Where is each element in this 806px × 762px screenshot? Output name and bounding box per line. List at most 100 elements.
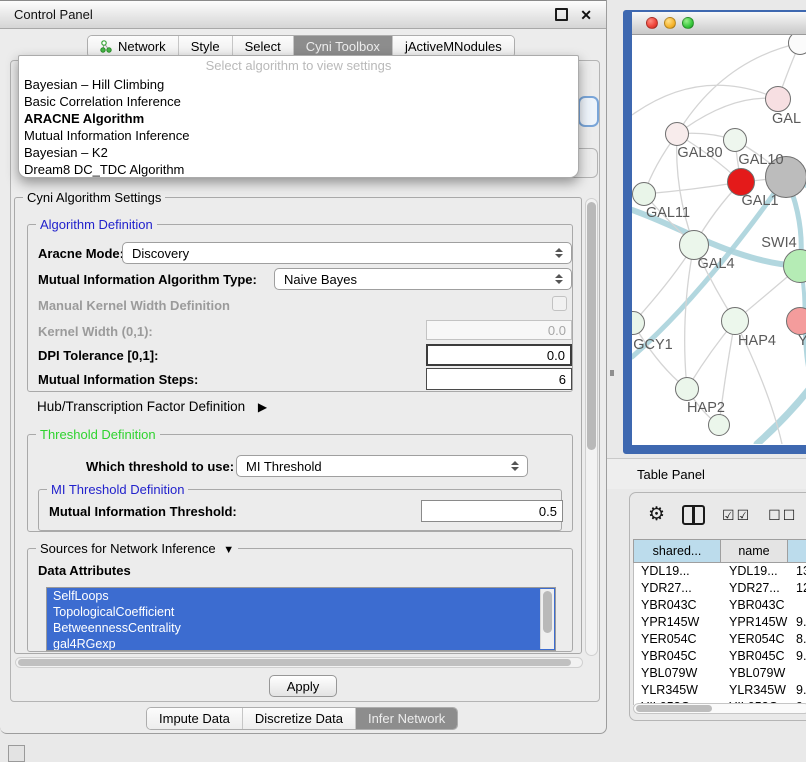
cell	[789, 597, 806, 614]
threshold-definition-group: Threshold Definition Which threshold to …	[27, 434, 573, 532]
deselect-all-columns-icon[interactable]: ☐☐	[768, 507, 797, 524]
cell: YBL079W	[634, 665, 722, 682]
aracne-mode-combobox[interactable]: Discovery	[122, 242, 572, 264]
network-node[interactable]	[708, 414, 730, 436]
screen: { "control_panel": { "title": "Control P…	[0, 0, 806, 762]
combo-arrows-icon	[555, 274, 563, 284]
table-settings-gear-icon[interactable]: ⚙	[648, 505, 665, 525]
scrollbar-thumb[interactable]	[636, 705, 712, 712]
close-panel-icon[interactable]: ✕	[580, 8, 592, 22]
kernel-width-field[interactable]	[426, 320, 572, 340]
network-node-y-truncated[interactable]	[786, 307, 806, 335]
panel-splitter-grip[interactable]	[610, 370, 614, 376]
algorithm-option[interactable]: Bayesian – Hill Climbing	[19, 76, 578, 93]
which-threshold-combobox[interactable]: MI Threshold	[236, 455, 528, 477]
sources-title-text: Sources for Network Inference	[40, 541, 216, 556]
node-label-gal11: GAL11	[637, 205, 699, 221]
tab-infer-network[interactable]: Infer Network	[355, 708, 457, 729]
column-header-name[interactable]: name	[721, 539, 788, 563]
network-node-gal-truncated[interactable]	[765, 86, 791, 112]
cell: 13	[789, 563, 806, 580]
table-row[interactable]: YBR045C YBR045C 9.	[634, 648, 806, 665]
network-canvas[interactable]: GAL GAL80 GAL10 GAL1 GAL11 SWI4 GAL4 GCY…	[632, 35, 806, 444]
data-attributes-list[interactable]: SelfLoops TopologicalCoefficient Between…	[46, 587, 556, 651]
table-row[interactable]: YDR27... YDR27... 12	[634, 580, 806, 597]
minimize-window-icon[interactable]	[664, 17, 676, 29]
scrollbar-thumb[interactable]	[587, 202, 596, 450]
scrollbar-thumb[interactable]	[18, 659, 571, 666]
tab-impute-data[interactable]: Impute Data	[147, 708, 242, 729]
algorithm-dropdown-placeholder: Select algorithm to view settings	[19, 56, 578, 76]
tab-discretize-data[interactable]: Discretize Data	[242, 708, 355, 729]
which-threshold-label: Which threshold to use:	[86, 459, 234, 474]
tab-impute-data-label: Impute Data	[159, 711, 230, 726]
manual-kernel-checkbox[interactable]	[552, 296, 567, 311]
network-node-gal1[interactable]	[727, 168, 755, 196]
network-node-hap4[interactable]	[721, 307, 749, 335]
table-row[interactable]: YER054C YER054C 8.	[634, 631, 806, 648]
tab-select[interactable]: Select	[232, 36, 293, 57]
select-all-columns-icon[interactable]: ☑☑	[722, 507, 751, 524]
dpi-tolerance-field[interactable]	[426, 344, 572, 366]
tab-network[interactable]: Network	[88, 36, 178, 57]
table-row[interactable]: YPR145W YPR145W 9.	[634, 614, 806, 631]
table-panel: ⚙ ☑☑ ☐☐ shared... name YDL19... YDL19...…	[629, 492, 806, 721]
column-header-shared-name[interactable]: shared...	[633, 539, 721, 563]
sources-group-title[interactable]: Sources for Network Inference ▼	[36, 541, 238, 556]
attribute-item[interactable]: SelfLoops	[47, 588, 555, 604]
tab-cyni-toolbox[interactable]: Cyni Toolbox	[293, 36, 392, 57]
covered-combobox-fragment	[578, 96, 599, 127]
tab-style[interactable]: Style	[178, 36, 232, 57]
aracne-mode-label: Aracne Mode:	[38, 246, 124, 261]
tab-style-label: Style	[191, 39, 220, 54]
tab-cyni-toolbox-label: Cyni Toolbox	[306, 39, 380, 54]
algorithm-option[interactable]: Dream8 DC_TDC Algorithm	[19, 161, 578, 178]
tab-jactivemnodules-label: jActiveMNodules	[405, 39, 502, 54]
cell: YBR045C	[634, 648, 722, 665]
attribute-list-scrollbar[interactable]	[540, 589, 554, 649]
apply-button[interactable]: Apply	[269, 675, 337, 697]
control-panel-window: Control Panel ✕ Network Style Select	[0, 0, 607, 734]
table-horizontal-scrollbar[interactable]	[633, 703, 806, 714]
algorithm-option[interactable]: Mutual Information Inference	[19, 127, 578, 144]
float-panel-icon[interactable]	[555, 8, 568, 21]
threshold-definition-title: Threshold Definition	[36, 427, 160, 442]
mi-type-combobox[interactable]: Naive Bayes	[274, 268, 572, 290]
algorithm-option[interactable]: Basic Correlation Inference	[19, 93, 578, 110]
node-label-gal4: GAL4	[685, 256, 747, 272]
mi-threshold-definition-group: MI Threshold Definition Mutual Informati…	[38, 489, 562, 531]
cell: YPR145W	[722, 614, 789, 631]
split-columns-icon[interactable]	[682, 505, 705, 525]
algorithm-dropdown-popup: Select algorithm to view settings Bayesi…	[18, 55, 579, 178]
kernel-width-label: Kernel Width (0,1):	[38, 324, 153, 339]
network-window-titlebar	[632, 12, 806, 35]
table-row[interactable]: YBR043C YBR043C	[634, 597, 806, 614]
window-grip[interactable]	[8, 745, 25, 762]
tab-jactivemnodules[interactable]: jActiveMNodules	[392, 36, 514, 57]
zoom-window-icon[interactable]	[682, 17, 694, 29]
attribute-item[interactable]: BetweennessCentrality	[47, 620, 555, 636]
combo-arrows-icon	[555, 248, 563, 258]
attribute-item[interactable]: TopologicalCoefficient	[47, 604, 555, 620]
sources-group: Sources for Network Inference ▼ Data Att…	[27, 548, 573, 652]
close-window-icon[interactable]	[646, 17, 658, 29]
hub-section-toggle[interactable]: Hub/Transcription Factor Definition ▶	[37, 399, 267, 414]
network-node-gal80[interactable]	[665, 122, 689, 146]
algorithm-option[interactable]: Bayesian – K2	[19, 144, 578, 161]
column-header-truncated[interactable]	[788, 539, 806, 563]
table-body[interactable]: YDL19... YDL19... 13 YDR27... YDR27... 1…	[633, 563, 806, 705]
network-node-hap2[interactable]	[675, 377, 699, 401]
network-node-gal11[interactable]	[632, 182, 656, 206]
settings-horizontal-scrollbar[interactable]	[15, 657, 583, 668]
node-label-swi4: SWI4	[748, 235, 806, 251]
settings-vertical-scrollbar[interactable]	[585, 198, 598, 656]
table-panel-toolbar: ⚙ ☑☑ ☐☐	[648, 504, 806, 526]
mi-steps-field[interactable]	[426, 368, 572, 390]
table-row[interactable]: YLR345W YLR345W 9.	[634, 682, 806, 699]
table-row[interactable]: YDL19... YDL19... 13	[634, 563, 806, 580]
mi-threshold-field[interactable]	[421, 500, 563, 522]
cell	[789, 665, 806, 682]
attribute-item[interactable]: gal4RGexp	[47, 636, 555, 651]
table-row[interactable]: YBL079W YBL079W	[634, 665, 806, 682]
algorithm-option-selected[interactable]: ARACNE Algorithm	[19, 110, 578, 127]
